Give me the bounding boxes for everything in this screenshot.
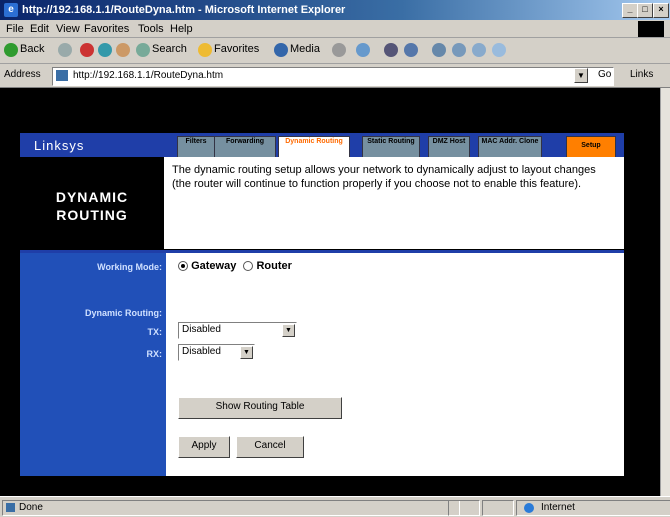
discuss-icon[interactable] xyxy=(432,43,446,57)
section-title-line2: ROUTING xyxy=(56,207,128,223)
show-routing-table-button[interactable]: Show Routing Table xyxy=(178,397,342,419)
globe-icon xyxy=(524,503,534,513)
rx-select-value: Disabled xyxy=(182,346,221,357)
label-column: Working Mode: Dynamic Routing: TX: RX: xyxy=(20,253,166,476)
status-cell-1 xyxy=(448,500,480,516)
back-button[interactable]: Back xyxy=(20,43,44,55)
messenger-icon[interactable] xyxy=(452,43,466,57)
tab-dynamic-routing[interactable]: Dynamic Routing xyxy=(278,136,350,159)
links-button[interactable]: Links xyxy=(630,69,653,80)
tx-label: TX: xyxy=(147,327,163,337)
tab-mac-addr-clone[interactable]: MAC Addr. Clone xyxy=(478,136,542,159)
history-icon[interactable] xyxy=(332,43,346,57)
media-button[interactable]: Media xyxy=(290,43,320,55)
status-bar: Done Internet xyxy=(0,496,670,517)
zone-text: Internet xyxy=(541,502,575,513)
tx-select[interactable]: Disabled ▼ xyxy=(178,322,297,339)
ie-icon: e xyxy=(4,3,18,17)
router-radio-label: Router xyxy=(256,260,292,272)
cancel-button[interactable]: Cancel xyxy=(236,436,304,458)
form-area: Gateway Router Disabled ▼ Disabled ▼ Sho… xyxy=(166,253,624,476)
tab-dmz-host[interactable]: DMZ Host xyxy=(428,136,470,159)
tx-select-value: Disabled xyxy=(182,324,221,335)
toolbar: Back Search Favorites Media xyxy=(0,38,670,64)
menu-bar: File Edit View Favorites Tools Help xyxy=(0,20,670,38)
mail-icon[interactable] xyxy=(356,43,370,57)
status-text: Done xyxy=(19,502,43,513)
section-title-line1: DYNAMIC xyxy=(55,189,129,205)
gateway-radio-label: Gateway xyxy=(191,260,237,272)
apply-button[interactable]: Apply xyxy=(178,436,230,458)
go-button[interactable]: Go xyxy=(598,69,611,80)
search-icon[interactable] xyxy=(136,43,150,57)
home-icon[interactable] xyxy=(116,43,130,57)
tab-static-routing[interactable]: Static Routing xyxy=(362,136,420,159)
back-arrow-icon[interactable] xyxy=(4,43,18,57)
chevron-down-icon[interactable]: ▼ xyxy=(282,324,295,337)
section-description: The dynamic routing setup allows your ne… xyxy=(164,157,624,249)
forward-arrow-icon[interactable] xyxy=(58,43,72,57)
linksys-logo: Linksys xyxy=(34,138,85,153)
tab-filters[interactable]: Filters xyxy=(177,136,215,159)
rx-select[interactable]: Disabled ▼ xyxy=(178,344,255,361)
status-text-cell: Done xyxy=(2,500,460,516)
working-mode-label: Working Mode: xyxy=(97,262,162,272)
address-bar: Address http://192.168.1.1/RouteDyna.htm… xyxy=(0,64,670,88)
menu-tools[interactable]: Tools xyxy=(138,23,164,35)
favorites-button[interactable]: Favorites xyxy=(214,43,259,55)
media-icon[interactable] xyxy=(274,43,288,57)
window-title: http://192.168.1.1/RouteDyna.htm - Micro… xyxy=(22,4,346,16)
zone-cell: Internet xyxy=(516,500,670,516)
minimize-button[interactable]: _ xyxy=(622,3,638,18)
close-button[interactable]: × xyxy=(653,3,669,18)
refresh-icon[interactable] xyxy=(98,43,112,57)
maximize-button[interactable]: □ xyxy=(637,3,653,18)
working-mode-group: Gateway Router xyxy=(178,260,292,272)
print-icon[interactable] xyxy=(384,43,398,57)
menu-help[interactable]: Help xyxy=(170,23,193,35)
tab-setup[interactable]: Setup xyxy=(566,136,616,159)
menu-edit[interactable]: Edit xyxy=(30,23,49,35)
dynamic-routing-label: Dynamic Routing: xyxy=(84,308,162,318)
stop-icon[interactable] xyxy=(80,43,94,57)
tab-forwarding[interactable]: Forwarding xyxy=(214,136,276,159)
router-radio[interactable] xyxy=(243,261,254,272)
menu-favorites[interactable]: Favorites xyxy=(84,23,129,35)
gateway-radio[interactable] xyxy=(178,261,188,272)
contacts-icon[interactable] xyxy=(492,43,506,57)
windows-logo-icon xyxy=(638,21,664,37)
address-label: Address xyxy=(4,69,41,80)
favorites-icon[interactable] xyxy=(198,43,212,57)
status-cell-2 xyxy=(482,500,514,516)
vertical-scrollbar[interactable] xyxy=(660,88,670,496)
address-url-text: http://192.168.1.1/RouteDyna.htm xyxy=(73,70,224,81)
rx-label: RX: xyxy=(146,349,163,359)
page-done-icon xyxy=(6,503,15,512)
address-dropdown-chevron-down-icon[interactable]: ▼ xyxy=(574,68,588,83)
chevron-down-icon[interactable]: ▼ xyxy=(240,346,253,359)
menu-view[interactable]: View xyxy=(56,23,80,35)
menu-file[interactable]: File xyxy=(6,23,24,35)
page-icon xyxy=(56,70,68,81)
search-button[interactable]: Search xyxy=(152,43,187,55)
linksys-header: Linksys Filters Forwarding Dynamic Routi… xyxy=(20,133,624,159)
research-icon[interactable] xyxy=(472,43,486,57)
address-input[interactable]: http://192.168.1.1/RouteDyna.htm xyxy=(52,67,614,86)
section-title-panel: DYNAMIC ROUTING xyxy=(20,157,164,249)
window-title-bar[interactable]: e http://192.168.1.1/RouteDyna.htm - Mic… xyxy=(0,0,670,20)
edit-icon[interactable] xyxy=(404,43,418,57)
